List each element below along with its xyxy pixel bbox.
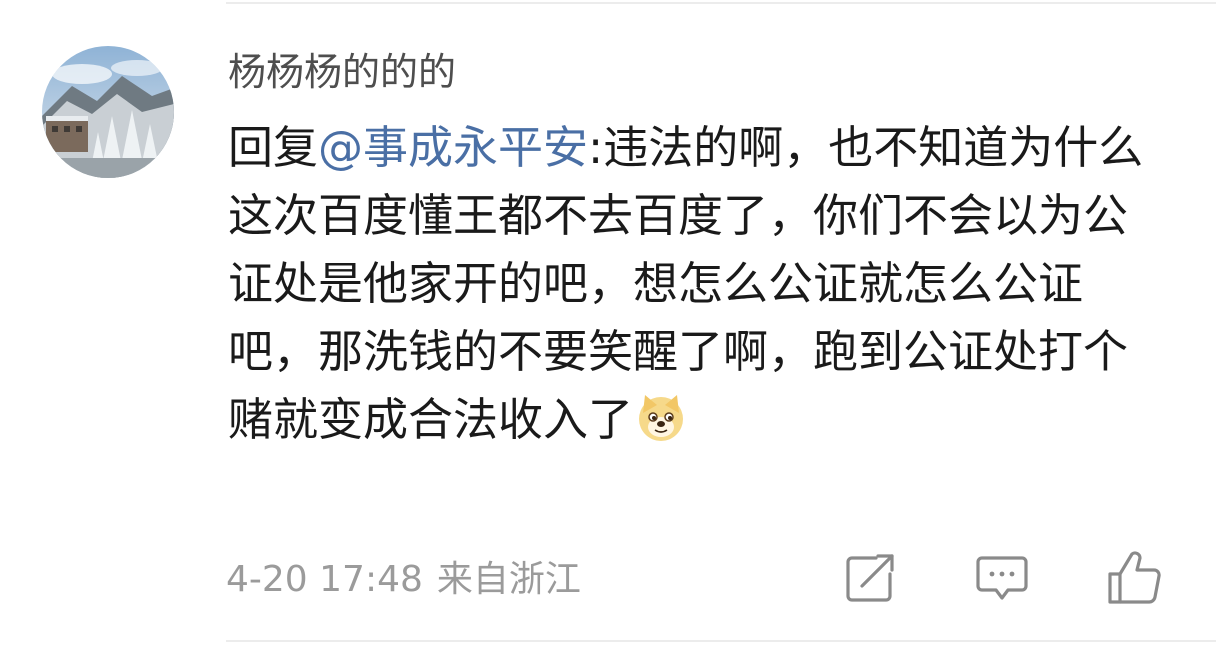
- like-button[interactable]: [1104, 548, 1164, 608]
- share-button[interactable]: [840, 548, 900, 608]
- location: 来自浙江: [436, 559, 581, 600]
- comment-button[interactable]: [972, 548, 1032, 608]
- avatar[interactable]: [42, 46, 174, 178]
- bottom-divider: [226, 640, 1216, 642]
- reply-prefix: 回复: [228, 121, 319, 174]
- avatar-image: [42, 46, 174, 178]
- mention-link[interactable]: @事成永平安: [318, 121, 588, 174]
- share-icon: [846, 554, 894, 602]
- timestamp: 4-20 17:48: [226, 559, 423, 600]
- doge-emoji: [635, 391, 687, 443]
- top-divider: [226, 2, 1216, 4]
- comment-body: 回复@事成永平安:违法的啊，也不知道为什么这次百度懂王都不去百度了，你们不会以为…: [228, 114, 1148, 454]
- comment-icon: [976, 556, 1028, 600]
- username[interactable]: 杨杨杨的的的: [228, 44, 456, 100]
- thumbs-up-icon: [1108, 551, 1161, 604]
- comment-meta: 4-20 17:48 来自浙江: [226, 554, 581, 606]
